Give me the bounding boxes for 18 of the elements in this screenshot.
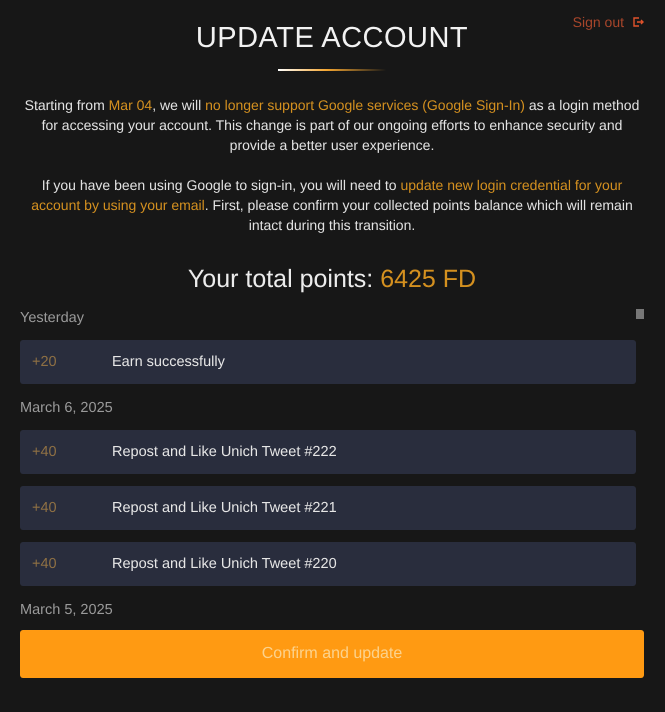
notice-paragraph: If you have been using Google to sign-in, you will need to update new login credential for your account by using your email. First, please confirm your collected points balance which will remain intact during this transition. xyxy=(30,176,634,235)
scrollbar-thumb[interactable] xyxy=(636,309,644,319)
points-amount: +40 xyxy=(31,556,58,572)
date-heading: Yesterday xyxy=(20,309,85,328)
page-title: UPDATE ACCOUNT xyxy=(196,22,468,55)
entry-description: Repost and Like Unich Tweet #221 xyxy=(112,500,337,516)
points-amount: +40 xyxy=(31,500,58,516)
notice-paragraph: Starting from Mar 04, we will no longer support Google services (Google Sign-In) as a login method for accessing your account. This change is part of our ongoing efforts to enhance security and provide a better user experience. xyxy=(24,96,640,155)
entry-description: Repost and Like Unich Tweet #222 xyxy=(112,444,337,460)
entry-description: Earn successfully xyxy=(112,354,225,370)
points-amount: +40 xyxy=(31,444,58,460)
points-amount: +20 xyxy=(31,354,58,370)
date-heading: March 5, 2025 xyxy=(20,601,114,618)
entry-description: Repost and Like Unich Tweet #220 xyxy=(112,556,337,572)
date-heading: March 6, 2025 xyxy=(20,399,114,418)
total-points: Your total points: 6425 FD xyxy=(186,265,478,294)
exit-icon xyxy=(632,16,644,28)
sign-out-link[interactable]: Sign out xyxy=(572,12,644,32)
